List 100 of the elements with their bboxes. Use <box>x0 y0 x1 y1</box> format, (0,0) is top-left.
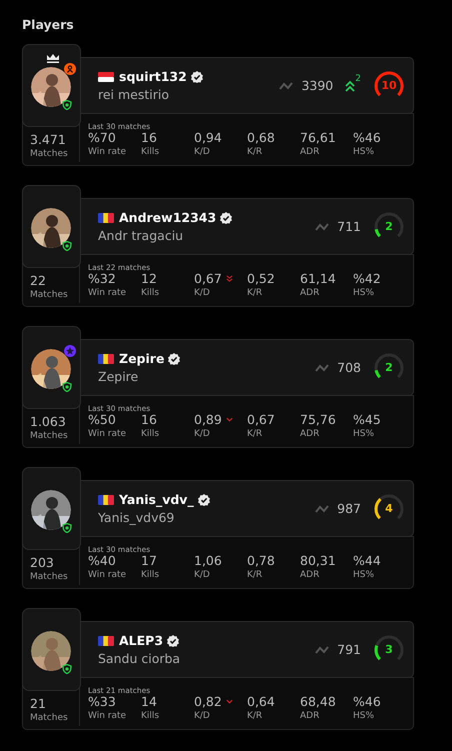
stat-value: 3.471 <box>30 132 67 147</box>
stat-label: ADR <box>300 711 320 721</box>
player-name[interactable]: Andrew12343 <box>119 210 216 225</box>
player-name[interactable]: ALEP3 <box>119 633 164 648</box>
stat-label: Matches <box>30 149 69 159</box>
stat-value: %46 <box>353 694 381 709</box>
avatar-card[interactable] <box>22 44 81 127</box>
elo-graph-icon <box>279 82 294 90</box>
stat-value: 0,94 <box>194 130 222 145</box>
stat-value: %42 <box>353 271 381 286</box>
stat-value: 16 <box>141 130 157 145</box>
stat-value: 14 <box>141 694 157 709</box>
stat-value: %46 <box>353 130 381 145</box>
stat-value: %33 <box>88 694 116 709</box>
stat-label: Kills <box>141 711 160 721</box>
avatar-card[interactable] <box>22 185 81 268</box>
stat-value: 0,67 <box>247 412 275 427</box>
stat-value: 0,78 <box>247 553 275 568</box>
player-header[interactable]: Andrew12343 Andr tragaciu 711 2 <box>81 198 414 255</box>
stat-label: HS% <box>353 570 376 580</box>
stat-value: %40 <box>88 553 116 568</box>
stat-label: Matches <box>30 713 69 723</box>
stat-label: Win rate <box>88 429 128 439</box>
stat-value: 1.063 <box>30 414 67 429</box>
stat-label: Win rate <box>88 570 128 580</box>
player-header[interactable]: ALEP3 Sandu ciorba 791 3 <box>81 621 414 678</box>
stat-label: Kills <box>141 429 160 439</box>
stat-value: 22 <box>30 273 47 288</box>
elo-change: 2 <box>355 74 361 84</box>
stat-value: %50 <box>88 412 116 427</box>
stat-value: 12 <box>141 271 157 286</box>
stat-label: ADR <box>300 429 320 439</box>
player-name[interactable]: Zepire <box>119 351 164 366</box>
stat-label: K/D <box>194 147 211 157</box>
stat-value: 0,68 <box>247 130 275 145</box>
player-nickname: Yanis_vdv69 <box>98 510 176 525</box>
stat-label: HS% <box>353 711 376 721</box>
player-header[interactable]: Zepire Zepire 708 2 <box>81 339 414 396</box>
stat-value: 61,14 <box>300 271 336 286</box>
stat-value: 0,67 <box>194 271 222 286</box>
stat-label: ADR <box>300 288 320 298</box>
stat-label: HS% <box>353 429 376 439</box>
elo-value: 711 <box>337 219 361 234</box>
stat-value: 21 <box>30 696 47 711</box>
stat-value: 76,61 <box>300 130 336 145</box>
stat-label: K/R <box>247 147 264 157</box>
verified-icon <box>168 352 180 364</box>
stat-label: Kills <box>141 147 160 157</box>
skill-level-gauge: 10 <box>373 70 405 102</box>
stat-label: K/D <box>194 288 211 298</box>
stat-label: K/R <box>247 429 264 439</box>
elo-value: 3390 <box>301 78 334 93</box>
stat-label: Matches <box>30 572 69 582</box>
elo-graph-icon <box>315 222 330 230</box>
stat-value: 0,52 <box>247 271 275 286</box>
stat-label: ADR <box>300 570 320 580</box>
stat-value: 1,06 <box>194 553 222 568</box>
avatar-card[interactable] <box>22 608 81 691</box>
player-header[interactable]: Yanis_vdv_ Yanis_vdv69 987 4 <box>81 480 414 537</box>
shield-icon <box>62 382 72 392</box>
skill-level-gauge: 2 <box>373 352 405 384</box>
player-nickname: Sandu ciorba <box>98 651 182 666</box>
stat-label: Matches <box>30 431 69 441</box>
stat-label: Win rate <box>88 288 128 298</box>
stat-label: K/R <box>247 288 264 298</box>
elo-value: 987 <box>337 501 361 516</box>
elo-graph-icon <box>315 504 330 512</box>
avatar-card[interactable] <box>22 326 81 409</box>
stat-value: 0,89 <box>194 412 222 427</box>
verified-icon <box>167 634 180 646</box>
stat-value: 17 <box>141 553 157 568</box>
section-title: Players <box>22 17 75 32</box>
stat-label: HS% <box>353 147 376 157</box>
stat-value: 16 <box>141 412 157 427</box>
shield-icon <box>62 241 72 251</box>
shield-icon <box>62 523 72 533</box>
stat-value: 0,64 <box>247 694 275 709</box>
elo-graph-icon <box>315 646 330 654</box>
player-name[interactable]: Yanis_vdv_ <box>119 492 194 507</box>
stat-label: K/R <box>247 570 264 580</box>
player-name[interactable]: squirt132 <box>119 69 187 84</box>
player-header[interactable]: squirt132 rei mestirio 3390 2 10 <box>81 57 414 114</box>
stat-value: %45 <box>353 412 381 427</box>
stat-label: ADR <box>300 147 320 157</box>
stat-value: 203 <box>30 555 55 570</box>
elo-value: 791 <box>337 642 361 657</box>
stat-label: Kills <box>141 570 160 580</box>
chevrons-up-icon <box>345 80 356 92</box>
player-nickname: rei mestirio <box>98 87 170 102</box>
skill-level-gauge: 3 <box>373 634 405 666</box>
stat-value: 68,48 <box>300 694 336 709</box>
skill-level-gauge: 4 <box>373 492 405 524</box>
avatar-card[interactable] <box>22 467 81 550</box>
stat-value: 80,31 <box>300 553 336 568</box>
stat-value: 75,76 <box>300 412 336 427</box>
stat-label: Win rate <box>88 711 128 721</box>
stat-value: %70 <box>88 130 116 145</box>
player-nickname: Andr tragaciu <box>98 228 184 243</box>
stat-value: 0,82 <box>194 694 222 709</box>
stat-label: HS% <box>353 288 376 298</box>
